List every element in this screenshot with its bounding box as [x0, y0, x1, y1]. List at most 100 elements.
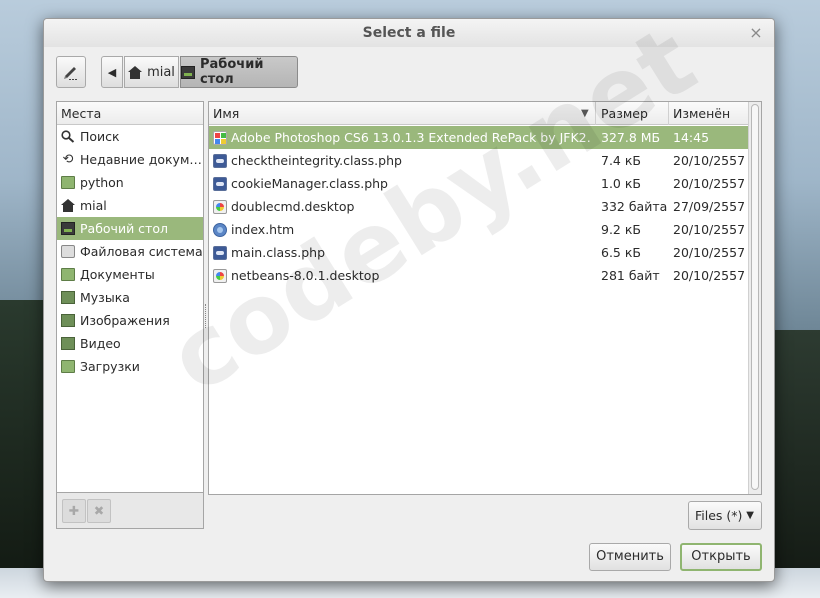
plus-icon: ✚	[68, 503, 80, 518]
downloads-folder-icon	[61, 360, 75, 373]
path-home-label: mial	[147, 64, 175, 80]
executable-file-icon	[213, 131, 227, 145]
file-size: 281 байт	[601, 268, 660, 283]
sidebar-item-label: Файловая система	[80, 244, 203, 259]
file-list-scrollbar[interactable]	[748, 102, 761, 494]
sidebar-item-label: Видео	[80, 336, 121, 351]
cancel-button[interactable]: Отменить	[589, 543, 671, 571]
file-row[interactable]: doublecmd.desktop 332 байта 27/09/2557	[209, 195, 749, 218]
home-icon	[61, 199, 75, 212]
column-modified-label: Изменён	[673, 106, 731, 121]
file-size: 7.4 кБ	[601, 153, 641, 168]
file-row[interactable]: index.htm 9.2 кБ 20/10/2557	[209, 218, 749, 241]
sidebar-item-label: Поиск	[80, 129, 120, 144]
home-icon	[128, 65, 143, 79]
sidebar-item-music[interactable]: Музыка	[57, 286, 203, 309]
sidebar-item-label: Музыка	[80, 290, 130, 305]
sidebar-item-search[interactable]: Поиск	[57, 125, 203, 148]
html-file-icon	[213, 223, 227, 237]
sort-descending-icon: ▼	[581, 108, 589, 119]
wallpaper-trees-left	[0, 300, 45, 598]
sidebar-item-label: Загрузки	[80, 359, 140, 374]
file-modified: 27/09/2557	[673, 199, 746, 214]
php-file-icon	[213, 246, 227, 260]
sidebar-item-filesystem[interactable]: Файловая система	[57, 240, 203, 263]
sidebar-item-label: Недавние докум…	[80, 152, 202, 167]
path-current-label: Рабочий стол	[200, 57, 264, 87]
sidebar-item-label: python	[80, 175, 124, 190]
file-row[interactable]: checktheintegrity.class.php 7.4 кБ 20/10…	[209, 149, 749, 172]
dialog-title: Select a file	[44, 19, 774, 47]
open-button[interactable]: Открыть	[680, 543, 762, 571]
php-file-icon	[213, 154, 227, 168]
file-name: netbeans-8.0.1.desktop	[231, 268, 380, 283]
php-file-icon	[213, 177, 227, 191]
close-icon[interactable]: ×	[746, 23, 766, 43]
add-bookmark-button[interactable]: ✚	[62, 499, 86, 523]
sidebar-item-home[interactable]: mial	[57, 194, 203, 217]
file-list-header: Имя ▼ Размер Изменён	[209, 102, 749, 125]
file-list: Имя ▼ Размер Изменён Adobe Photoshop CS6…	[208, 101, 762, 495]
path-back-button[interactable]: ◀	[101, 56, 123, 88]
path-home-button[interactable]: mial	[124, 56, 179, 88]
sidebar-item-downloads[interactable]: Загрузки	[57, 355, 203, 378]
column-header-size[interactable]: Размер	[597, 102, 669, 125]
sidebar-item-pictures[interactable]: Изображения	[57, 309, 203, 332]
column-header-modified[interactable]: Изменён	[669, 102, 749, 125]
file-modified: 20/10/2557	[673, 245, 746, 260]
file-size: 327.8 МБ	[601, 130, 661, 145]
sidebar-item-label: Документы	[80, 267, 155, 282]
remove-bookmark-button[interactable]: ✖	[87, 499, 111, 523]
search-icon	[61, 130, 75, 143]
places-actions-bar: ✚ ✖	[56, 493, 204, 529]
file-row[interactable]: cookieManager.class.php 1.0 кБ 20/10/255…	[209, 172, 749, 195]
sidebar-item-label: Рабочий стол	[80, 221, 168, 236]
scrollbar-thumb[interactable]	[751, 104, 759, 490]
path-desktop-button[interactable]: Рабочий стол	[180, 56, 298, 88]
sidebar-item-desktop[interactable]: Рабочий стол	[57, 217, 203, 240]
file-name: Adobe Photoshop CS6 13.0.1.3 Extended Re…	[231, 130, 591, 145]
sidebar-item-documents[interactable]: Документы	[57, 263, 203, 286]
file-row[interactable]: main.class.php 6.5 кБ 20/10/2557	[209, 241, 749, 264]
file-filter-label: Files (*)	[695, 508, 743, 523]
file-modified: 20/10/2557	[673, 153, 746, 168]
wallpaper-trees-right	[772, 330, 820, 598]
places-header: Места	[57, 102, 203, 125]
column-header-name[interactable]: Имя	[209, 102, 596, 125]
file-row[interactable]: netbeans-8.0.1.desktop 281 байт 20/10/25…	[209, 264, 749, 287]
video-folder-icon	[61, 337, 75, 350]
type-filename-button[interactable]	[56, 56, 86, 88]
music-folder-icon	[61, 291, 75, 304]
desktop-file-icon	[213, 269, 227, 283]
desktop-file-icon	[213, 200, 227, 214]
chevron-down-icon: ▼	[746, 510, 754, 521]
file-row[interactable]: Adobe Photoshop CS6 13.0.1.3 Extended Re…	[209, 126, 749, 149]
file-chooser-dialog: Select a file × ◀ mial Рабочий стол Мест…	[43, 18, 775, 582]
file-modified: 14:45	[673, 130, 710, 145]
sidebar-item-recent[interactable]: ⟲ Недавние докум…	[57, 148, 203, 171]
desktop-icon	[61, 222, 75, 235]
folder-icon	[61, 268, 75, 281]
file-size: 1.0 кБ	[601, 176, 641, 191]
drive-icon	[61, 245, 75, 258]
recent-icon: ⟲	[62, 152, 74, 167]
column-name-label: Имя	[213, 106, 240, 121]
sidebar-item-label: mial	[80, 198, 107, 213]
sidebar-item-python[interactable]: python	[57, 171, 203, 194]
file-name: index.htm	[231, 222, 295, 237]
pencil-icon	[64, 67, 77, 80]
file-size: 6.5 кБ	[601, 245, 641, 260]
file-name: cookieManager.class.php	[231, 176, 388, 191]
left-arrow-icon: ◀	[107, 65, 117, 79]
file-filter-select[interactable]: Files (*) ▼	[688, 501, 762, 530]
sidebar-item-videos[interactable]: Видео	[57, 332, 203, 355]
file-modified: 20/10/2557	[673, 222, 746, 237]
places-sidebar: Места Поиск ⟲ Недавние докум… python mia…	[56, 101, 204, 493]
file-name: checktheintegrity.class.php	[231, 153, 402, 168]
remove-icon: ✖	[93, 503, 105, 518]
sidebar-item-label: Изображения	[80, 313, 170, 328]
file-size: 332 байта	[601, 199, 667, 214]
file-name: main.class.php	[231, 245, 326, 260]
pictures-folder-icon	[61, 314, 75, 327]
folder-icon	[61, 176, 75, 189]
